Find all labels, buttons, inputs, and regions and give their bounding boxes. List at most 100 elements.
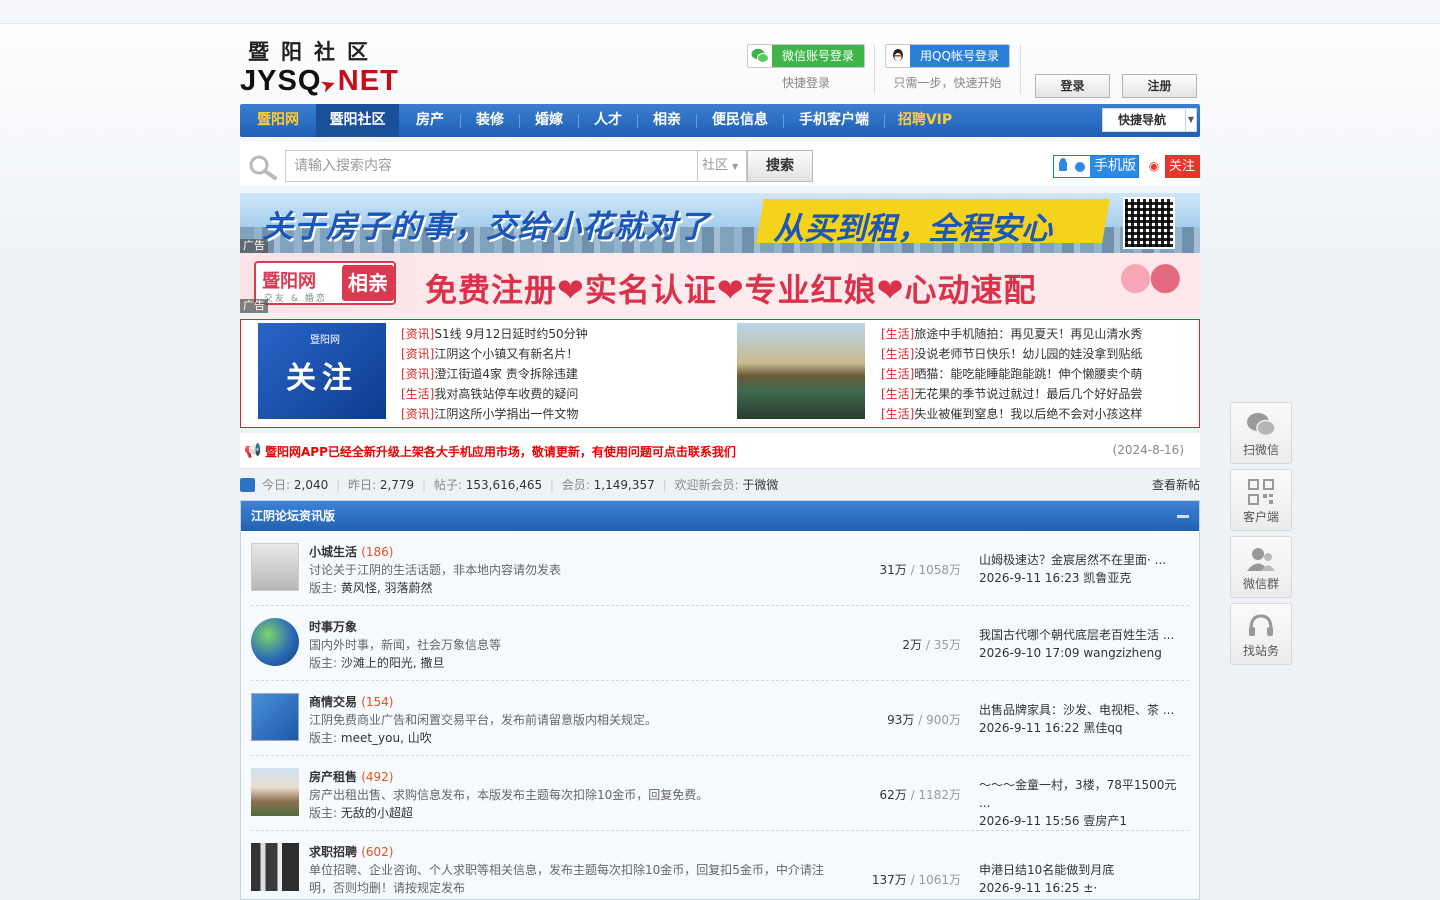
board-description: 房产出租出售、求购信息发布，本版发布主题每次扣除10金币，回复免费。	[309, 788, 709, 802]
newspaper-icon	[251, 543, 299, 591]
ad-house-right-box: 从买到租，全程安心	[756, 199, 1110, 247]
nav-item-info[interactable]: 便民信息	[697, 104, 783, 137]
board-last-post[interactable]: 山姆极速达？金宸居然不在里面· ... 2026-9-11 16:23 凯鲁亚克	[979, 551, 1166, 587]
board-last-post[interactable]: 我国古代哪个朝代底层老百姓生活 ... 2026-9-10 17:09 wangz…	[979, 626, 1174, 662]
nav-item-dating[interactable]: 相亲	[638, 104, 696, 137]
forum-board-row[interactable]: 时事万象 国内外时事，新闻，社会万象信息等 版主: 沙滩上的阳光, 撒旦 2万 …	[251, 606, 1189, 681]
search-scope-select[interactable]: 社区 ▼	[697, 150, 747, 182]
main-nav: 暨阳网 暨阳社区 房产 装修 婚嫁 人才 相亲 便民信息 手机客户端 招聘VIP…	[240, 104, 1200, 137]
ad-banner-house[interactable]: 关于房子的事，交给小花就对了 从买到租，全程安心 广告	[240, 193, 1200, 253]
nav-item-vip[interactable]: 招聘VIP	[885, 104, 965, 137]
forum-board-row[interactable]: 商情交易 (154) 江阴免费商业广告和闲置交易平台，发布前请留意版内相关规定。…	[251, 681, 1189, 756]
nav-item-talent[interactable]: 人才	[579, 104, 637, 137]
house-photo-icon	[251, 768, 299, 816]
side-wechat-group[interactable]: 微信群	[1230, 536, 1292, 598]
qq-login: 用QQ帐号登录 只需一步，快速开始	[885, 44, 1010, 94]
group-icon	[1246, 545, 1276, 573]
qq-penguin-icon	[886, 45, 910, 67]
board-description: 国内外时事，新闻，社会万象信息等	[309, 638, 502, 652]
qr-code-icon	[1123, 197, 1175, 249]
list-item[interactable]: [资讯]澄江街道4家 责令拆除违建	[401, 364, 588, 384]
follow-promo-image[interactable]: 暨阳网 关注	[258, 323, 386, 419]
divider	[874, 44, 875, 94]
announcement-date: (2024-8-16)	[1112, 443, 1184, 457]
ad-dating-slogan: 免费注册❤实名认证❤专业红娘❤心动速配	[425, 271, 1037, 309]
mobile-version-button[interactable]: 手机版	[1053, 155, 1139, 178]
announcement-link[interactable]: 暨阳网APP已经全新升级上架各大手机应用市场，敬请更新，有使用问题可点击联系我们	[265, 443, 736, 460]
board-moderators: 版主: meet_you, 山吹	[309, 731, 432, 745]
search-icon	[248, 154, 280, 183]
side-scan-wechat[interactable]: 扫微信	[1230, 402, 1292, 464]
weibo-follow-button[interactable]: ◉ 关注	[1143, 155, 1200, 178]
ad-tag: 广告	[240, 299, 268, 313]
weibo-icon: ◉	[1143, 155, 1165, 178]
wechat-login-sub: 快捷登录	[781, 76, 830, 90]
top-strip	[0, 0, 1440, 24]
board-counts: 137万 / 1061万	[871, 873, 961, 887]
login-button[interactable]: 登录	[1035, 74, 1110, 98]
side-contact-staff[interactable]: 找站务	[1230, 603, 1292, 665]
chart-icon	[240, 478, 255, 492]
board-last-post[interactable]: ～～～金童一村，3楼，78平1500元 ... 2026-9-11 15:56 壹…	[979, 776, 1189, 830]
list-item[interactable]: [生活]我对高铁站停车收费的疑问	[401, 384, 588, 404]
board-name[interactable]: 小城生活 (186)	[309, 543, 393, 560]
hot-news-list-left: [资讯]S1线 9月12日延时约50分钟 [资讯]江阴这个小镇又有新名片！ [资…	[401, 324, 588, 424]
list-item[interactable]: [资讯]江阴这所小学捐出一件文物	[401, 404, 588, 424]
board-moderators: 版主: 黄风怪, 羽落蔚然	[309, 581, 433, 595]
board-name[interactable]: 时事万象	[309, 618, 357, 635]
new-member-link[interactable]: 于微微	[742, 478, 778, 492]
android-apple-icon	[1054, 156, 1090, 177]
site-logo[interactable]: 暨阳社区 JYSQ➤NET	[240, 36, 420, 96]
list-item[interactable]: [生活]无花果的季节说过就过！最后几个好好品尝	[881, 384, 1142, 404]
ad-tag: 广告	[240, 239, 268, 253]
nav-item-community[interactable]: 暨阳社区	[316, 104, 399, 137]
chevron-down-icon: ▼	[732, 162, 739, 171]
forum-board-row[interactable]: 小城生活 (186) 讨论关于江阴的生活话题，非本地内容请勿发表 版主: 黄风怪…	[251, 531, 1189, 606]
board-counts: 93万 / 900万	[887, 713, 961, 727]
side-client[interactable]: 客户端	[1230, 469, 1292, 531]
megaphone-icon: 📢	[244, 443, 262, 459]
globe-icon	[251, 618, 299, 666]
board-name[interactable]: 房产租售 (492)	[309, 768, 393, 785]
board-last-post[interactable]: 出售品牌家具：沙发、电视柜、茶 ... 2026-9-11 16:22 黑佳qq	[979, 701, 1174, 737]
board-name[interactable]: 商情交易 (154)	[309, 693, 393, 710]
board-counts: 31万 / 1058万	[879, 563, 961, 577]
list-item[interactable]: [生活]旅途中手机随拍：再见夏天！再见山清水秀	[881, 324, 1142, 344]
board-description: 单位招聘、企业咨询、个人求职等相关信息，发布主题每次扣除10金币，回复扣5金币，…	[309, 863, 824, 895]
qr-code-icon	[1246, 478, 1276, 506]
collapse-icon[interactable]	[1177, 515, 1189, 518]
search-button[interactable]: 搜索	[747, 150, 813, 182]
grid-icon	[251, 693, 299, 741]
ad-banner-dating[interactable]: 暨阳网 相亲 交友 & 婚恋 免费注册❤实名认证❤专业红娘❤心动速配 广告	[240, 253, 1200, 313]
list-item[interactable]: [生活]没说老师节日快乐！幼儿园的娃没拿到贴纸	[881, 344, 1142, 364]
search-input[interactable]: 请输入搜索内容	[285, 150, 697, 182]
board-last-post[interactable]: 申港日结10名能做到月底 2026-9-11 16:25 ±·	[979, 861, 1114, 897]
qq-login-button[interactable]: 用QQ帐号登录	[885, 44, 1010, 68]
board-counts: 62万 / 1182万	[879, 788, 961, 802]
announcement-bar: 📢 暨阳网APP已经全新升级上架各大手机应用市场，敬请更新，有使用问题可点击联系…	[240, 433, 1200, 469]
register-button[interactable]: 注册	[1122, 74, 1197, 98]
list-item[interactable]: [生活]晒猫：能吃能睡能跑能跳！伸个懒腰卖个萌	[881, 364, 1142, 384]
hot-news-box: 暨阳网 关注 [资讯]S1线 9月12日延时约50分钟 [资讯]江阴这个小镇又有…	[240, 319, 1200, 428]
nav-item-decor[interactable]: 装修	[461, 104, 519, 137]
list-item[interactable]: [生活]失业被催到窒息！我以后绝不会对小孩这样	[881, 404, 1142, 424]
forum-stats: 今日: 2,040 | 昨日: 2,779 | 帖子: 153,616,465 …	[240, 474, 1200, 496]
forum-board-row[interactable]: 房产租售 (492) 房产出租出售、求购信息发布，本版发布主题每次扣除10金币，…	[251, 756, 1189, 831]
nav-item-house[interactable]: 房产	[401, 104, 459, 137]
board-name[interactable]: 求职招聘 (602)	[309, 843, 393, 860]
divider	[1020, 44, 1021, 94]
list-item[interactable]: [资讯]S1线 9月12日延时约50分钟	[401, 324, 588, 344]
view-new-posts-link[interactable]: 查看新帖	[1152, 474, 1200, 496]
nav-item-mobile[interactable]: 手机客户端	[784, 104, 884, 137]
forum-section-header[interactable]: 江阴论坛资讯版	[241, 501, 1199, 531]
nav-item-wedding[interactable]: 婚嫁	[520, 104, 578, 137]
list-item[interactable]: [资讯]江阴这个小镇又有新名片！	[401, 344, 588, 364]
wechat-login-button[interactable]: 微信账号登录	[747, 44, 865, 68]
search-bar: 请输入搜索内容 社区 ▼ 搜索 手机版 ◉ 关注	[240, 142, 1200, 186]
qq-login-sub: 只需一步，快速开始	[893, 76, 1002, 90]
nav-item-jyw[interactable]: 暨阳网	[240, 104, 316, 137]
dating-logo: 暨阳网 相亲 交友 & 婚恋	[254, 261, 396, 305]
quick-nav-button[interactable]: 快捷导航 ▼	[1102, 108, 1197, 132]
landscape-photo[interactable]	[737, 323, 865, 419]
forum-board-row[interactable]: 求职招聘 (602) 单位招聘、企业咨询、个人求职等相关信息，发布主题每次扣除1…	[251, 831, 1189, 900]
